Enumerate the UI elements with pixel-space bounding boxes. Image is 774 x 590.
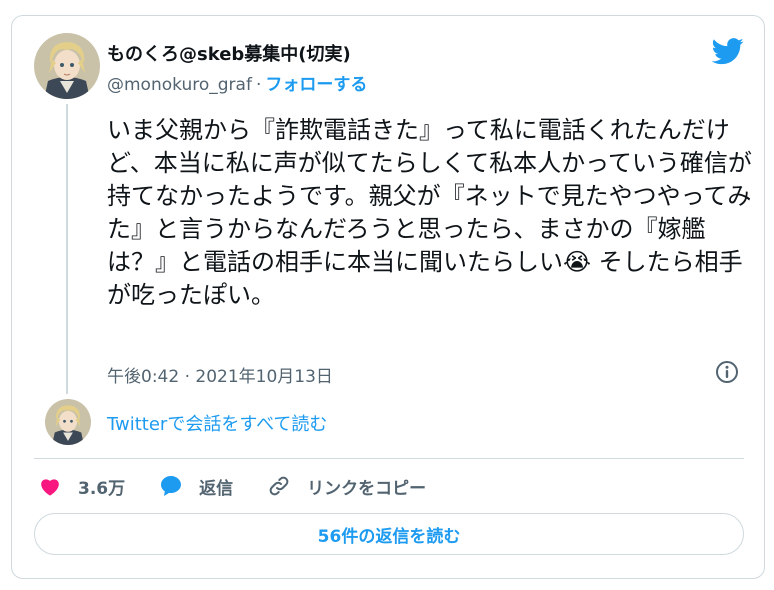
copy-link-label: リンクをコピー — [307, 478, 427, 499]
tweet-timestamp[interactable]: 午後0:42 · 2021年10月13日 — [107, 362, 333, 387]
divider — [34, 458, 744, 459]
reply-bubble-icon — [161, 476, 182, 496]
reply-button[interactable]: 返信 — [159, 474, 233, 499]
thread-line — [66, 104, 68, 394]
author-name[interactable]: ものくろ@skeb募集中(切実) — [107, 40, 351, 66]
like-count: 3.6万 — [78, 478, 126, 499]
author-handle-row: @monokuro_graf · フォローする — [107, 70, 367, 95]
twitter-bird-icon[interactable] — [711, 38, 744, 65]
link-icon — [269, 476, 289, 496]
heart-icon — [41, 479, 59, 496]
follow-button[interactable]: フォローする — [265, 75, 367, 95]
info-icon[interactable] — [714, 359, 740, 385]
like-button[interactable]: 3.6万 — [38, 474, 125, 499]
author-handle[interactable]: @monokuro_graf — [107, 75, 252, 95]
tweet-text: いま父親から『詐欺電話きた』って私に電話くれたんだけど、本当に私に声が似てたらし… — [107, 116, 752, 309]
read-replies-button[interactable]: 56件の返信を読む — [34, 513, 744, 555]
action-bar: 3.6万 返信 リンクをコピー — [38, 470, 460, 502]
reply-label: 返信 — [199, 478, 234, 499]
copy-link-button[interactable]: リンクをコピー — [267, 474, 426, 499]
author-avatar[interactable] — [34, 33, 100, 99]
author-avatar-small[interactable] — [45, 399, 91, 445]
read-conversation-link[interactable]: Twitterで会話をすべて読む — [107, 410, 327, 436]
tweet-embed-card: ものくろ@skeb募集中(切実) @monokuro_graf · フォローする い… — [11, 15, 765, 579]
handle-separator: · — [255, 75, 262, 95]
